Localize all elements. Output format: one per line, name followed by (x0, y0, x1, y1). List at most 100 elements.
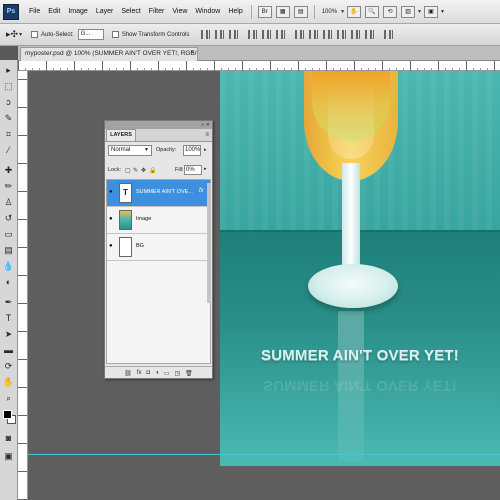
foreground-color-swatch[interactable] (3, 410, 12, 419)
eye-icon[interactable]: ● (109, 243, 113, 249)
blur-tool-icon[interactable]: 💧 (2, 260, 15, 273)
chevron-down-icon[interactable]: ▼ (417, 9, 422, 15)
arrange-documents-icon[interactable]: ▥ (401, 5, 416, 18)
chevron-down-icon[interactable]: ▼ (440, 9, 445, 15)
crop-tool-icon[interactable]: ⌗ (2, 128, 15, 141)
panel-titlebar[interactable]: » ✕ (105, 121, 212, 129)
autoselect-checkbox[interactable] (31, 31, 39, 38)
align-horizontal-center-icon[interactable] (262, 30, 272, 39)
eraser-tool-icon[interactable]: ▭ (2, 228, 15, 241)
brush-tool-icon[interactable]: ✏ (2, 180, 15, 193)
chevron-right-icon[interactable]: ▸ (204, 166, 207, 172)
tool-preset-picker[interactable]: ▸✣ ▼ (6, 29, 23, 40)
distribute-center-icon[interactable] (309, 30, 319, 39)
lock-pixels-icon[interactable]: ✎ (133, 167, 138, 174)
show-transform-checkbox[interactable] (111, 31, 119, 38)
layer-row-text[interactable]: ● T SUMMER AIN'T OVE... fx (107, 180, 210, 207)
lock-position-icon[interactable]: ✥ (141, 167, 146, 174)
document-tab[interactable]: myposter.psd @ 100% (SUMMER AIN'T OVER Y… (20, 47, 198, 61)
shape-tool-icon[interactable]: ▬ (2, 344, 15, 357)
layer-row-bg[interactable]: ● BG (107, 234, 210, 261)
chevron-right-icon[interactable]: ▸ (204, 147, 207, 153)
collapse-icon[interactable]: » (201, 121, 204, 129)
autoselect-dropdown[interactable]: G... (77, 29, 104, 40)
extras-icon[interactable]: ▤ (293, 5, 308, 18)
clone-stamp-tool-icon[interactable]: ♙ (2, 196, 15, 209)
zoom-tool-icon[interactable]: ⌕ (2, 392, 15, 405)
panel-dock-strip[interactable] (207, 183, 211, 303)
screen-mode-icon[interactable]: ▣ (2, 450, 15, 463)
menu-layer[interactable]: Layer (92, 0, 118, 24)
dodge-tool-icon[interactable]: ◐ (2, 276, 15, 289)
poster-headline[interactable]: SUMMER AIN'T OVER YET! (220, 347, 500, 364)
distribute-top-icon[interactable] (295, 30, 305, 39)
distribute-bottom-icon[interactable] (323, 30, 333, 39)
menu-image[interactable]: Image (64, 0, 91, 24)
tab-layers[interactable]: LAYERS (106, 129, 136, 141)
add-mask-icon[interactable]: ◘ (147, 370, 151, 376)
align-vertical-center-icon[interactable] (215, 30, 225, 39)
menu-select[interactable]: Select (117, 0, 144, 24)
path-selection-tool-icon[interactable]: ➤ (2, 328, 15, 341)
menu-filter[interactable]: Filter (145, 0, 169, 24)
healing-brush-tool-icon[interactable]: ✚ (2, 164, 15, 177)
blend-mode-dropdown[interactable]: Normal ▼ (108, 145, 152, 156)
ruler-vertical[interactable] (18, 71, 28, 500)
glass-highlight (328, 79, 374, 159)
panel-menu-icon[interactable]: ≡ (205, 132, 209, 138)
opacity-input[interactable]: 100% (183, 145, 201, 156)
screen-mode-icon[interactable]: ▣ (423, 5, 438, 18)
adjustment-layer-icon[interactable]: ◑ (155, 370, 159, 376)
lock-all-icon[interactable]: 🔒 (149, 167, 156, 174)
auto-align-icon[interactable] (384, 30, 394, 39)
eye-icon[interactable]: ● (109, 216, 113, 222)
menu-file[interactable]: File (25, 0, 44, 24)
distribute-left-icon[interactable] (337, 30, 347, 39)
workspace[interactable]: SUMMER AIN'T OVER YET! SUMMER AIN'T OVER… (28, 71, 500, 500)
chevron-down-icon[interactable]: ▼ (340, 9, 345, 15)
zoom-level[interactable]: 100% (322, 9, 337, 15)
new-layer-icon[interactable]: ◳ (174, 370, 180, 377)
align-bottom-icon[interactable] (229, 30, 239, 39)
link-layers-icon[interactable]: ⛓ (124, 370, 132, 377)
3d-rotate-tool-icon[interactable]: ⟳ (2, 360, 15, 373)
new-group-icon[interactable]: ▭ (164, 370, 170, 377)
pen-tool-icon[interactable]: ✒ (2, 296, 15, 309)
document-canvas[interactable]: SUMMER AIN'T OVER YET! SUMMER AIN'T OVER… (220, 71, 500, 466)
marquee-tool-icon[interactable]: ⬚ (2, 80, 15, 93)
close-icon[interactable]: × (190, 49, 194, 56)
bridge-icon[interactable]: Br (257, 5, 272, 18)
menu-edit[interactable]: Edit (44, 0, 64, 24)
zoom-tool-icon[interactable]: 🔍 (365, 5, 380, 18)
menu-view[interactable]: View (168, 0, 191, 24)
eyedropper-tool-icon[interactable]: ⁄ (2, 144, 15, 157)
type-tool-icon[interactable]: T (2, 312, 15, 325)
history-brush-tool-icon[interactable]: ↺ (2, 212, 15, 225)
layer-row-image[interactable]: ● Image (107, 207, 210, 234)
quick-select-tool-icon[interactable]: ✎ (2, 112, 15, 125)
distribute-right-icon[interactable] (365, 30, 375, 39)
add-style-fx-icon[interactable]: fx (137, 370, 142, 376)
fill-input[interactable]: 0% (184, 165, 202, 175)
fill-label: Fill: (175, 167, 184, 173)
align-left-icon[interactable] (248, 30, 258, 39)
lock-transparency-icon[interactable]: ▢ (125, 167, 131, 174)
trash-icon[interactable]: 🗑 (185, 370, 193, 377)
rotate-view-icon[interactable]: ⟲ (383, 5, 398, 18)
guide-line[interactable] (28, 454, 500, 455)
hand-tool-icon[interactable]: ✋ (2, 376, 15, 389)
align-top-icon[interactable] (201, 30, 211, 39)
minibridge-icon[interactable]: ▦ (275, 5, 290, 18)
hand-tool-icon[interactable]: ✋ (347, 5, 362, 18)
quick-mask-icon[interactable]: ◙ (2, 432, 15, 445)
lasso-tool-icon[interactable]: ↄ (2, 96, 15, 109)
align-right-icon[interactable] (276, 30, 286, 39)
distribute-hcenter-icon[interactable] (351, 30, 361, 39)
move-tool-icon[interactable]: ▸ (2, 64, 15, 77)
fx-icon[interactable]: fx (199, 188, 204, 194)
menu-window[interactable]: Window (191, 0, 224, 24)
gradient-tool-icon[interactable]: ▤ (2, 244, 15, 257)
close-icon[interactable]: ✕ (206, 121, 210, 129)
menu-help[interactable]: Help (224, 0, 246, 24)
eye-icon[interactable]: ● (109, 189, 113, 195)
